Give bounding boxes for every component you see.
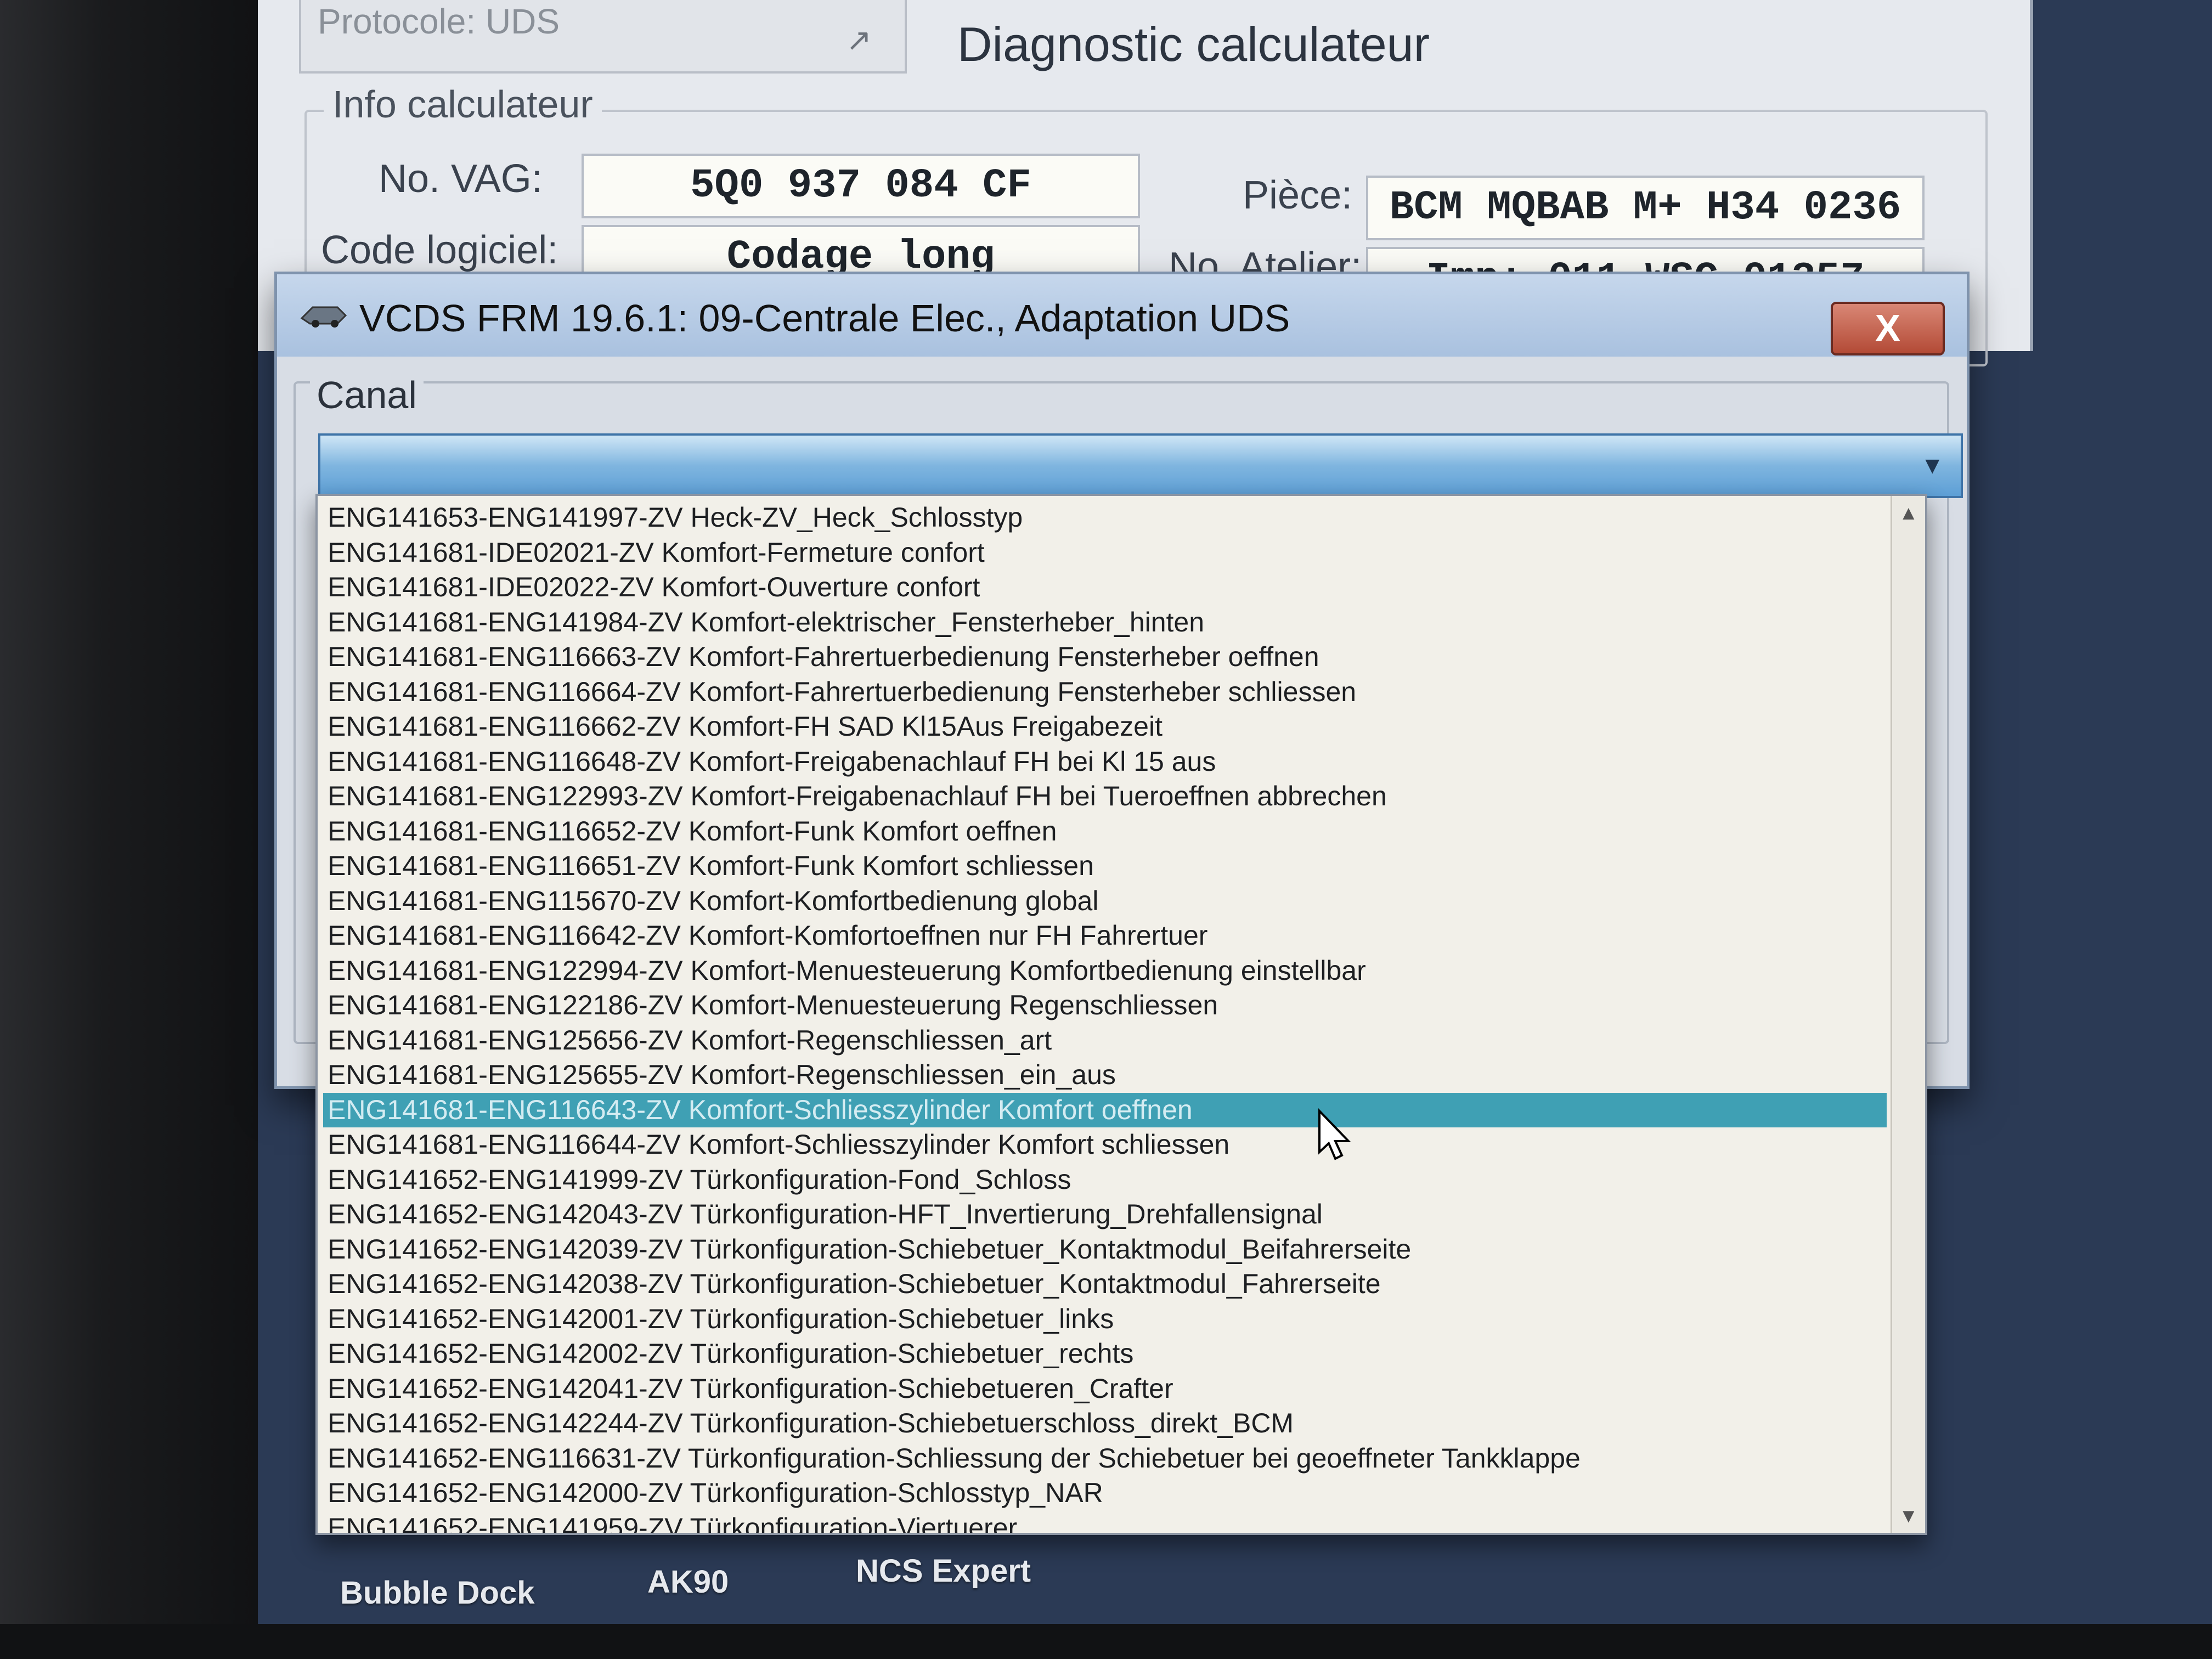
dropdown-option[interactable]: ENG141652-ENG116631-ZV Türkonfiguration-… [323, 1441, 1887, 1476]
dropdown-option[interactable]: ENG141681-ENG116648-ZV Komfort-Freigaben… [323, 744, 1887, 780]
software-label: Code logiciel: [321, 228, 558, 272]
dropdown-option[interactable]: ENG141652-ENG142043-ZV Türkonfiguration-… [323, 1197, 1887, 1232]
dropdown-option[interactable]: ENG141652-ENG142041-ZV Türkonfiguration-… [323, 1372, 1887, 1407]
dropdown-option[interactable]: ENG141681-ENG116642-ZV Komfort-Komfortoe… [323, 918, 1887, 953]
dropdown-option[interactable]: ENG141681-IDE02021-ZV Komfort-Fermeture … [323, 535, 1887, 571]
monitor-bezel-bottom [0, 1624, 2212, 1659]
scroll-down-icon[interactable]: ▼ [1899, 1504, 1918, 1527]
dropdown-arrow-icon: ↗ [846, 22, 872, 57]
info-group-label: Info calculateur [324, 82, 602, 126]
dropdown-option[interactable]: ENG141681-ENG116652-ZV Komfort-Funk Komf… [323, 814, 1887, 849]
vag-label: No. VAG: [379, 157, 543, 201]
dropdown-option[interactable]: ENG141652-ENG142000-ZV Türkonfiguration-… [323, 1476, 1887, 1511]
piece-field: BCM MQBAB M+ H34 0236 [1366, 176, 1925, 240]
dropdown-option[interactable]: ENG141681-ENG116643-ZV Komfort-Schliessz… [323, 1092, 1887, 1127]
scroll-up-icon[interactable]: ▲ [1899, 501, 1918, 524]
dropdown-option[interactable]: ENG141652-ENG142038-ZV Türkonfiguration-… [323, 1267, 1887, 1302]
dropdown-option[interactable]: ENG141681-ENG125656-ZV Komfort-Regenschl… [323, 1023, 1887, 1058]
piece-label: Pièce: [1243, 173, 1353, 217]
dropdown-option[interactable]: ENG141653-ENG141997-ZV Heck-ZV_Heck_Schl… [323, 500, 1887, 535]
dropdown-option[interactable]: ENG141652-ENG142001-ZV Türkonfiguration-… [323, 1302, 1887, 1337]
dropdown-option[interactable]: ENG141652-ENG142039-ZV Türkonfiguration-… [323, 1232, 1887, 1267]
dropdown-option[interactable]: ENG141681-IDE02022-ZV Komfort-Ouverture … [323, 570, 1887, 605]
dropdown-scrollbar[interactable]: ▲ ▼ [1891, 496, 1925, 1533]
dropdown-option[interactable]: ENG141681-ENG116644-ZV Komfort-Schliessz… [323, 1127, 1887, 1163]
dropdown-option[interactable]: ENG141681-ENG125655-ZV Komfort-Regenschl… [323, 1058, 1887, 1093]
canal-combobox[interactable]: ▼ [318, 433, 1963, 498]
dropdown-option[interactable]: ENG141652-ENG141959-ZV Türkonfiguration-… [323, 1511, 1887, 1533]
canal-label: Canal [310, 373, 424, 417]
window-title: Diagnostic calculateur [957, 17, 1430, 71]
vcds-app-icon [300, 306, 347, 328]
dropdown-option[interactable]: ENG141652-ENG142244-ZV Türkonfiguration-… [323, 1406, 1887, 1441]
dropdown-option[interactable]: ENG141681-ENG116663-ZV Komfort-Fahrertue… [323, 640, 1887, 675]
dialog-titlebar[interactable]: VCDS FRM 19.6.1: 09-Centrale Elec., Adap… [277, 274, 1967, 357]
dropdown-option[interactable]: ENG141681-ENG122186-ZV Komfort-Menuesteu… [323, 988, 1887, 1023]
dock-item-bubble-dock[interactable]: Bubble Dock [340, 1575, 535, 1611]
close-button[interactable]: X [1831, 302, 1945, 356]
mouse-cursor-icon [1318, 1108, 1351, 1160]
vag-field: 5Q0 937 084 CF [582, 154, 1140, 218]
dropdown-items: ENG141653-ENG141997-ZV Heck-ZV_Heck_Schl… [323, 500, 1887, 1533]
dropdown-option[interactable]: ENG141681-ENG116664-ZV Komfort-Fahrertue… [323, 675, 1887, 710]
chevron-down-icon[interactable]: ▼ [1920, 452, 1944, 479]
canal-dropdown-list[interactable]: ENG141653-ENG141997-ZV Heck-ZV_Heck_Schl… [315, 494, 1927, 1535]
dropdown-option[interactable]: ENG141652-ENG142002-ZV Türkonfiguration-… [323, 1336, 1887, 1372]
protocol-selector[interactable]: Protocole: UDS ↗ [299, 0, 907, 74]
dropdown-option[interactable]: ENG141681-ENG122994-ZV Komfort-Menuesteu… [323, 953, 1887, 989]
dropdown-option[interactable]: ENG141681-ENG141984-ZV Komfort-elektrisc… [323, 605, 1887, 640]
monitor-bezel [0, 0, 258, 1659]
dropdown-option[interactable]: ENG141681-ENG122993-ZV Komfort-Freigaben… [323, 779, 1887, 814]
dropdown-option[interactable]: ENG141681-ENG115670-ZV Komfort-Komfortbe… [323, 884, 1887, 919]
dropdown-option[interactable]: ENG141681-ENG116651-ZV Komfort-Funk Komf… [323, 849, 1887, 884]
dialog-title: VCDS FRM 19.6.1: 09-Centrale Elec., Adap… [359, 297, 1290, 340]
dock-item-ak90[interactable]: AK90 [647, 1564, 729, 1600]
dropdown-option[interactable]: ENG141681-ENG116662-ZV Komfort-FH SAD Kl… [323, 709, 1887, 744]
dropdown-option[interactable]: ENG141652-ENG141999-ZV Türkonfiguration-… [323, 1163, 1887, 1198]
dock-item-ncs-expert[interactable]: NCS Expert [856, 1553, 1031, 1589]
protocol-label: Protocole: UDS [318, 2, 560, 41]
